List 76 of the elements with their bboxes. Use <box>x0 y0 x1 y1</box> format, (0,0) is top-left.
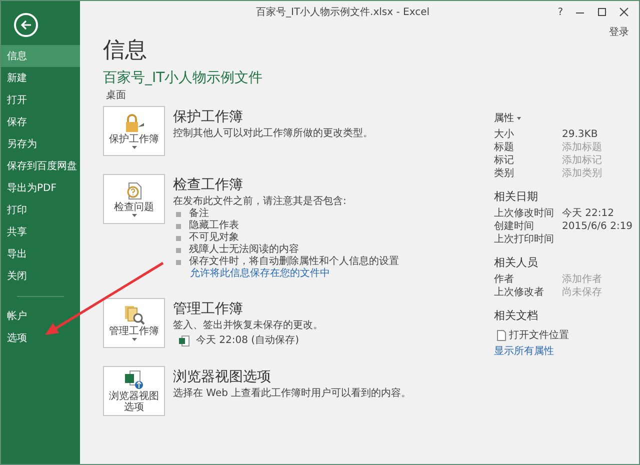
bullet-icon <box>176 224 181 228</box>
bullet-icon <box>176 212 181 216</box>
section-heading: 相关文档 <box>494 308 539 323</box>
property-label: 上次修改者 <box>494 286 545 299</box>
sidebar-item[interactable]: 保存 <box>1 111 80 133</box>
window-title: 百家号_IT小人物示例文件.xlsx - Excel <box>256 6 430 19</box>
file-name: 百家号_IT小人物示例文件 <box>103 69 264 87</box>
sidebar-item[interactable]: 导出为PDF <box>1 177 80 199</box>
document-icon <box>497 330 506 340</box>
open-location-button[interactable]: 打开文件位置 <box>497 328 639 342</box>
caret-icon <box>517 116 521 120</box>
version-entry[interactable]: 今天 22:08 (自动保存) <box>196 335 299 347</box>
sidebar-item[interactable]: 关闭 <box>1 265 80 287</box>
show-properties-link[interactable]: 显示所有属性 <box>494 346 639 358</box>
sidebar-item[interactable]: 打印 <box>1 199 80 221</box>
property-label: 标题 <box>494 141 515 154</box>
file-location: 桌面 <box>106 88 127 102</box>
back-arrow-icon <box>20 19 32 31</box>
checklist-item: 备注 <box>189 208 209 220</box>
spreadsheet-globe-icon <box>123 370 145 390</box>
section-title: 检查工作簿 <box>173 176 244 194</box>
bullet-icon <box>176 260 181 264</box>
sidebar-item[interactable]: 帐户 <box>1 305 80 327</box>
section-description: 签入、签出并恢复未保存的更改。 <box>173 320 323 332</box>
caret-icon <box>132 214 136 217</box>
help-button[interactable]: ? <box>558 6 563 18</box>
tile-button[interactable]: 浏览器视图选项 <box>103 366 165 416</box>
checklist-item: 残障人士无法阅读的内容 <box>189 244 299 256</box>
section-description: 控制其他人可以对此工作簿所做的更改类型。 <box>173 128 373 140</box>
section-title: 保护工作簿 <box>173 108 244 126</box>
sidebar-item[interactable]: 信息 <box>1 45 80 67</box>
settings-link[interactable]: 允许将此信息保存在您的文件中 <box>190 268 399 280</box>
property-label: 上次打印时间 <box>494 233 555 246</box>
tile-button[interactable]: 管理工作簿 <box>103 298 165 348</box>
checklist-item: 保存文件时，将自动删除属性和个人信息的设置 <box>189 256 399 268</box>
spreadsheet-icon <box>179 335 190 347</box>
maximize-button[interactable] <box>597 7 607 17</box>
property-label: 上次修改时间 <box>494 207 555 220</box>
sign-in-link[interactable]: 登录 <box>609 25 629 39</box>
close-button[interactable] <box>619 7 629 17</box>
sidebar-item[interactable]: 打开 <box>1 89 80 111</box>
section-description: 在发布此文件之前，请注意其是否包含: <box>173 196 348 208</box>
checklist-item: 不可见对象 <box>189 232 239 244</box>
bullet-icon <box>176 236 181 240</box>
property-label: 标记 <box>494 154 515 167</box>
lock-icon <box>123 113 145 133</box>
checklist-item: 隐藏工作表 <box>189 220 239 232</box>
sidebar-item[interactable]: 共享 <box>1 221 80 243</box>
close-icon <box>619 7 629 17</box>
property-value: 今天 22:12 <box>562 207 614 220</box>
property-label: 作者 <box>494 273 515 286</box>
caret-icon <box>132 146 136 149</box>
property-label: 创建时间 <box>494 220 535 233</box>
property-label: 大小 <box>494 128 515 141</box>
property-label: 类别 <box>494 167 515 180</box>
section-heading: 相关人员 <box>494 255 539 270</box>
tile-button[interactable]: 保护工作簿 <box>103 106 165 156</box>
sidebar-item[interactable]: 保存到百度网盘 <box>1 155 80 177</box>
bullet-icon <box>176 248 181 252</box>
section-title: 浏览器视图选项 <box>173 368 272 386</box>
section-title: 管理工作簿 <box>173 300 244 318</box>
properties-heading[interactable]: 属性 <box>494 111 639 125</box>
back-button[interactable] <box>14 13 38 37</box>
tile-button[interactable]: 检查问题 <box>103 174 165 224</box>
sidebar-item[interactable]: 导出 <box>1 243 80 265</box>
caret-icon <box>132 338 136 341</box>
sidebar-item[interactable]: 选项 <box>1 327 80 349</box>
property-value: 2015/6/6 2:19 <box>562 220 633 233</box>
sidebar-item[interactable]: 新建 <box>1 67 80 89</box>
documents-magnifier-icon <box>123 305 145 325</box>
sidebar-item[interactable]: 另存为 <box>1 133 80 155</box>
section-heading: 相关日期 <box>494 189 539 204</box>
page-title: 信息 <box>103 37 148 65</box>
property-value: 29.3KB <box>562 128 598 141</box>
maximize-icon <box>597 7 607 17</box>
section-description: 选择在 Web 上查看此工作簿时用户可以看到的内容。 <box>173 388 412 400</box>
